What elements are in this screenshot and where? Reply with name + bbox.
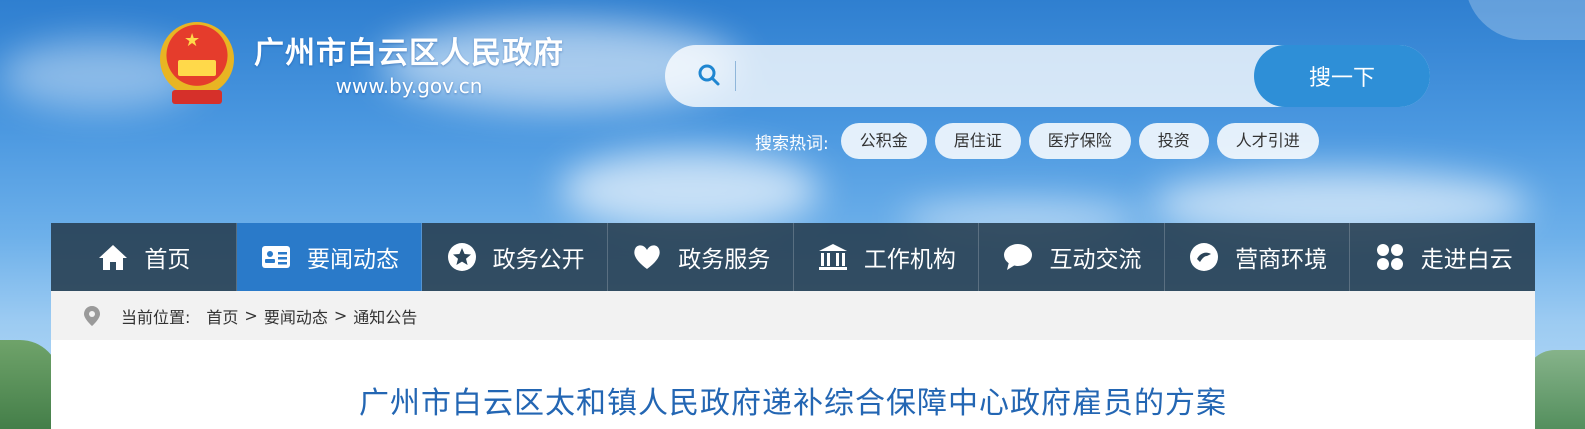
nav-item-label: 政务服务 [678,247,771,273]
site-url: www.by.gov.cn [335,74,483,98]
hot-keywords-label: 搜索热词: [755,133,829,154]
hot-tag[interactable]: 人才引进 [1216,123,1319,159]
building-icon [816,240,850,274]
national-emblem-icon: ★ [158,20,236,106]
hot-tag[interactable]: 公积金 [840,123,927,159]
grid-icon [1373,240,1407,274]
nav-item-business-env[interactable]: 营商环境 [1165,223,1351,291]
breadcrumb-separator: > [333,306,348,325]
nav-item-gov-affairs[interactable]: 政务公开 [422,223,608,291]
nav-item-agencies[interactable]: 工作机构 [794,223,980,291]
search-box: 搜一下 [665,45,1430,107]
search-icon [698,64,720,86]
breadcrumb: 当前位置: 首页 > 要闻动态 > 通知公告 [51,291,1535,340]
breadcrumb-item[interactable]: 首页 [206,304,238,328]
nav-item-label: 首页 [144,247,191,273]
news-card-icon [259,240,293,274]
nav-item-label: 工作机构 [863,247,956,273]
hot-keywords: 搜索热词: 公积金 居住证 医疗保险 投资 人才引进 [755,123,1327,159]
cloud-decoration [560,150,820,230]
hot-tag[interactable]: 投资 [1138,123,1209,159]
site-name: 广州市白云区人民政府 [254,36,564,71]
nav-item-label: 政务公开 [492,247,585,273]
breadcrumb-label: 当前位置: [121,307,191,327]
nav-item-home[interactable]: 首页 [51,223,237,291]
location-pin-icon [84,305,100,326]
nav-item-label: 走进白云 [1420,247,1513,273]
nav-item-label: 营商环境 [1235,247,1328,273]
heart-icon [630,240,664,274]
nav-item-news[interactable]: 要闻动态 [236,223,423,291]
breadcrumb-item[interactable]: 通知公告 [353,304,417,328]
main-nav: 首页 要闻动态 政务公开 政务服务 工作机构 互动交流 营商环境 走进白云 [51,223,1535,291]
content-panel: 广州市白云区太和镇人民政府递补综合保障中心政府雇员的方案 [51,340,1535,429]
hot-tag[interactable]: 医疗保险 [1028,123,1131,159]
star-badge-icon [445,240,479,274]
home-icon [96,240,130,274]
nav-item-label: 互动交流 [1049,247,1142,273]
nav-item-label: 要闻动态 [306,247,399,273]
nav-item-gov-services[interactable]: 政务服务 [608,223,794,291]
site-logo[interactable]: ★ 广州市白云区人民政府 www.by.gov.cn [158,20,564,106]
corner-decoration [1465,0,1585,40]
search-button[interactable]: 搜一下 [1254,45,1430,107]
breadcrumb-item[interactable]: 要闻动态 [264,304,328,328]
article-title: 广州市白云区太和镇人民政府递补综合保障中心政府雇员的方案 [359,386,1227,421]
handshake-icon [1187,240,1221,274]
chat-bubble-icon [1001,240,1035,274]
breadcrumb-separator: > [244,306,258,325]
nav-item-interaction[interactable]: 互动交流 [979,223,1165,291]
nav-item-about-baiyun[interactable]: 走进白云 [1350,223,1535,291]
search-input[interactable] [735,61,1235,91]
hot-tag[interactable]: 居住证 [934,123,1021,159]
